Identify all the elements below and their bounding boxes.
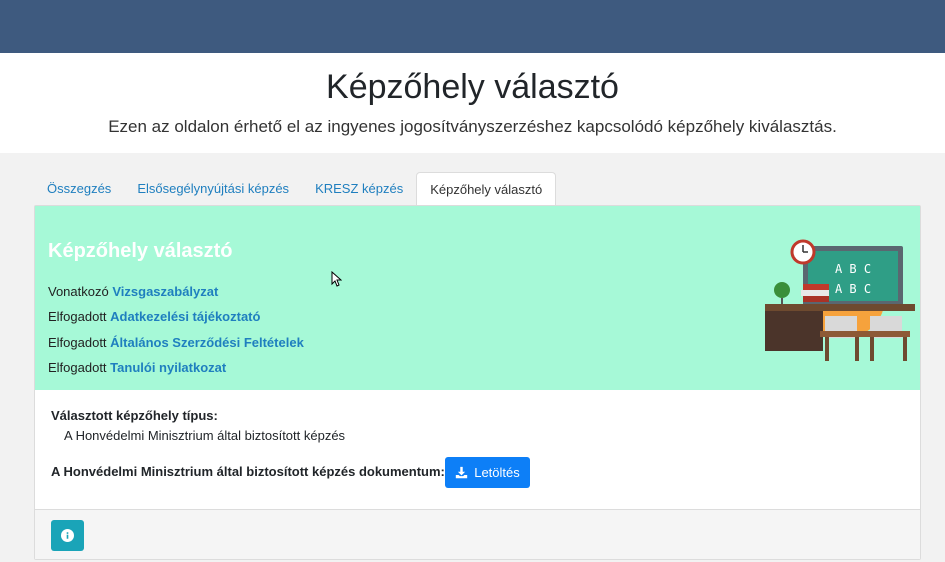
teacher-desk: [765, 311, 823, 351]
board-text-1: A B C: [835, 262, 871, 276]
panel-heading: Képzőhely választó: [48, 240, 233, 262]
download-label: Letöltés: [474, 465, 520, 480]
tab-training-place[interactable]: Képzőhely választó: [416, 172, 557, 206]
exam-regulation-link[interactable]: Vizsgaszabályzat: [112, 284, 218, 299]
book-2: [801, 290, 829, 296]
download-icon: [456, 466, 468, 479]
info-icon: [61, 529, 74, 542]
declaration-line: Elfogadott Tanulói nyilatkozat: [48, 360, 226, 375]
page-header: Képzőhely választó Ezen az oldalon érhet…: [0, 53, 945, 153]
student-declaration-link[interactable]: Tanulói nyilatkozat: [110, 360, 226, 375]
classroom-illustration: A B C A B C: [765, 239, 915, 361]
page-subtitle: Ezen az oldalon érhető el az ingyenes jo…: [108, 117, 837, 136]
student-desk-top: [820, 331, 910, 337]
tab-content-card: Képzőhely választó Vonatkozó Vizsgaszabá…: [34, 205, 921, 560]
terms-prefix: Elfogadott: [48, 335, 107, 350]
terms-link[interactable]: Általános Szerződési Feltételek: [110, 335, 304, 350]
selected-type-value: A Honvédelmi Minisztrium által biztosíto…: [64, 428, 346, 443]
privacy-policy-link[interactable]: Adatkezelési tájékoztató: [110, 309, 260, 324]
top-navbar: [0, 0, 945, 53]
book-1: [803, 284, 829, 290]
teacher-desk-top: [765, 304, 915, 311]
document-label: A Honvédelmi Minisztrium által biztosíto…: [51, 464, 445, 479]
tab-bar: Összegzés Elsősegélynyújtási képzés KRES…: [34, 172, 557, 206]
selected-type-label: Választott képzőhely típus:: [51, 408, 218, 423]
declaration-prefix: Elfogadott: [48, 360, 107, 375]
mouse-pointer-icon: [331, 271, 342, 287]
card-footer: [35, 509, 920, 559]
globe-icon: [774, 282, 790, 298]
privacy-prefix: Elfogadott: [48, 309, 107, 324]
regulation-prefix: Vonatkozó: [48, 284, 109, 299]
regulation-line: Vonatkozó Vizsgaszabályzat: [48, 284, 218, 299]
book-3: [803, 296, 829, 302]
tab-summary[interactable]: Összegzés: [34, 172, 124, 206]
board-text-2: A B C: [835, 282, 871, 296]
page-title: Képzőhely választó: [326, 68, 619, 106]
download-button[interactable]: Letöltés: [445, 457, 530, 488]
tab-kresz[interactable]: KRESZ képzés: [302, 172, 416, 206]
info-panel: Képzőhely választó Vonatkozó Vizsgaszabá…: [35, 206, 920, 390]
tab-first-aid[interactable]: Elsősegélynyújtási képzés: [124, 172, 302, 206]
info-button[interactable]: [51, 520, 84, 551]
terms-line: Elfogadott Általános Szerződési Feltétel…: [48, 335, 304, 350]
privacy-line: Elfogadott Adatkezelési tájékoztató: [48, 309, 260, 324]
